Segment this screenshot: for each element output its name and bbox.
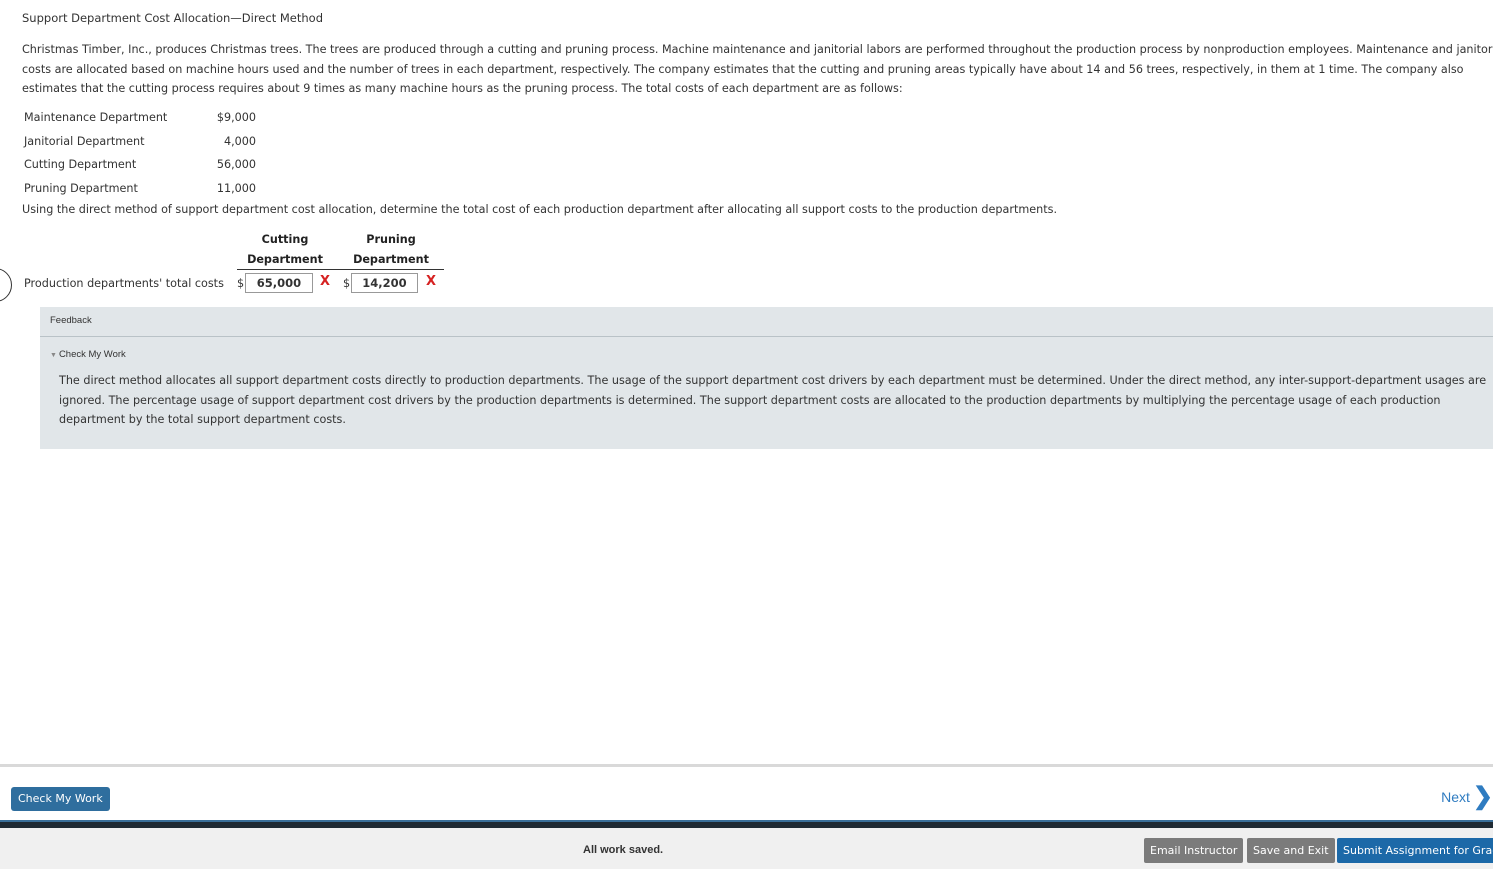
email-instructor-button[interactable]: Email Instructor [1144,838,1244,863]
cost-value: 56,000 [216,158,256,172]
footer-bar: All work saved. Email Instructor Save an… [0,828,1493,869]
currency-symbol: $ [343,277,351,290]
check-my-work-button[interactable]: Check My Work [11,787,110,811]
table-row: Pruning Department 11,000 [22,177,256,201]
x-mark-icon: X [426,274,437,289]
department-costs-table: Maintenance Department $9,000 Janitorial… [22,106,256,200]
column-header-cutting: Cutting Department [240,230,330,270]
problem-area: Support Department Cost Allocation—Direc… [0,0,1493,764]
problem-title: Support Department Cost Allocation—Direc… [22,11,323,25]
feedback-text: The direct method allocates all support … [59,374,1487,427]
footer-divider-strip [0,820,1493,828]
triangle-down-icon: ▼ [50,352,57,359]
chevron-right-icon: ❯ [1472,783,1493,810]
cost-value: $9,000 [216,111,256,125]
next-label: Next [1441,789,1470,805]
column-header-line: Department [353,253,429,266]
table-row: Maintenance Department $9,000 [22,106,256,130]
cost-label: Janitorial Department [24,134,145,148]
column-header-line: Pruning [366,233,416,246]
table-row: Cutting Department 56,000 [22,153,256,177]
toggle-label: Check My Work [58,349,126,360]
answer-row-label: Production departments' total costs [24,277,224,290]
partial-circle-mark [0,268,12,302]
problem-intro: Christmas Timber, Inc., produces Christm… [22,43,1493,96]
header-divider [237,269,444,270]
table-row: Janitorial Department 4,000 [22,130,256,154]
cost-value: 11,000 [216,181,256,195]
column-header-pruning: Pruning Department [346,230,436,270]
cost-label: Pruning Department [24,181,138,195]
save-status: All work saved. [583,844,664,856]
feedback-panel: Feedback ▼ Check My Work The direct metho… [40,307,1493,449]
column-header-line: Department [247,253,323,266]
cost-label: Cutting Department [24,158,137,172]
submit-assignment-button[interactable]: Submit Assignment for Grading [1337,838,1493,863]
currency-symbol: $ [237,277,245,290]
next-button[interactable]: Next ❯ [1441,785,1493,809]
cost-value: 4,000 [223,134,256,148]
cutting-total-input[interactable] [245,273,313,293]
x-mark-icon: X [320,274,331,289]
check-my-work-toggle[interactable]: ▼ Check My Work [50,349,126,360]
problem-instruction: Using the direct method of support depar… [22,203,1057,216]
feedback-label: Feedback [50,315,92,326]
cost-label: Maintenance Department [24,111,168,125]
pruning-total-input[interactable] [351,273,418,293]
assignment-nav-bar: Check My Work Next ❯ [0,764,1493,820]
feedback-divider [40,336,1493,337]
save-and-exit-button[interactable]: Save and Exit [1247,838,1335,863]
column-header-line: Cutting [261,233,309,246]
